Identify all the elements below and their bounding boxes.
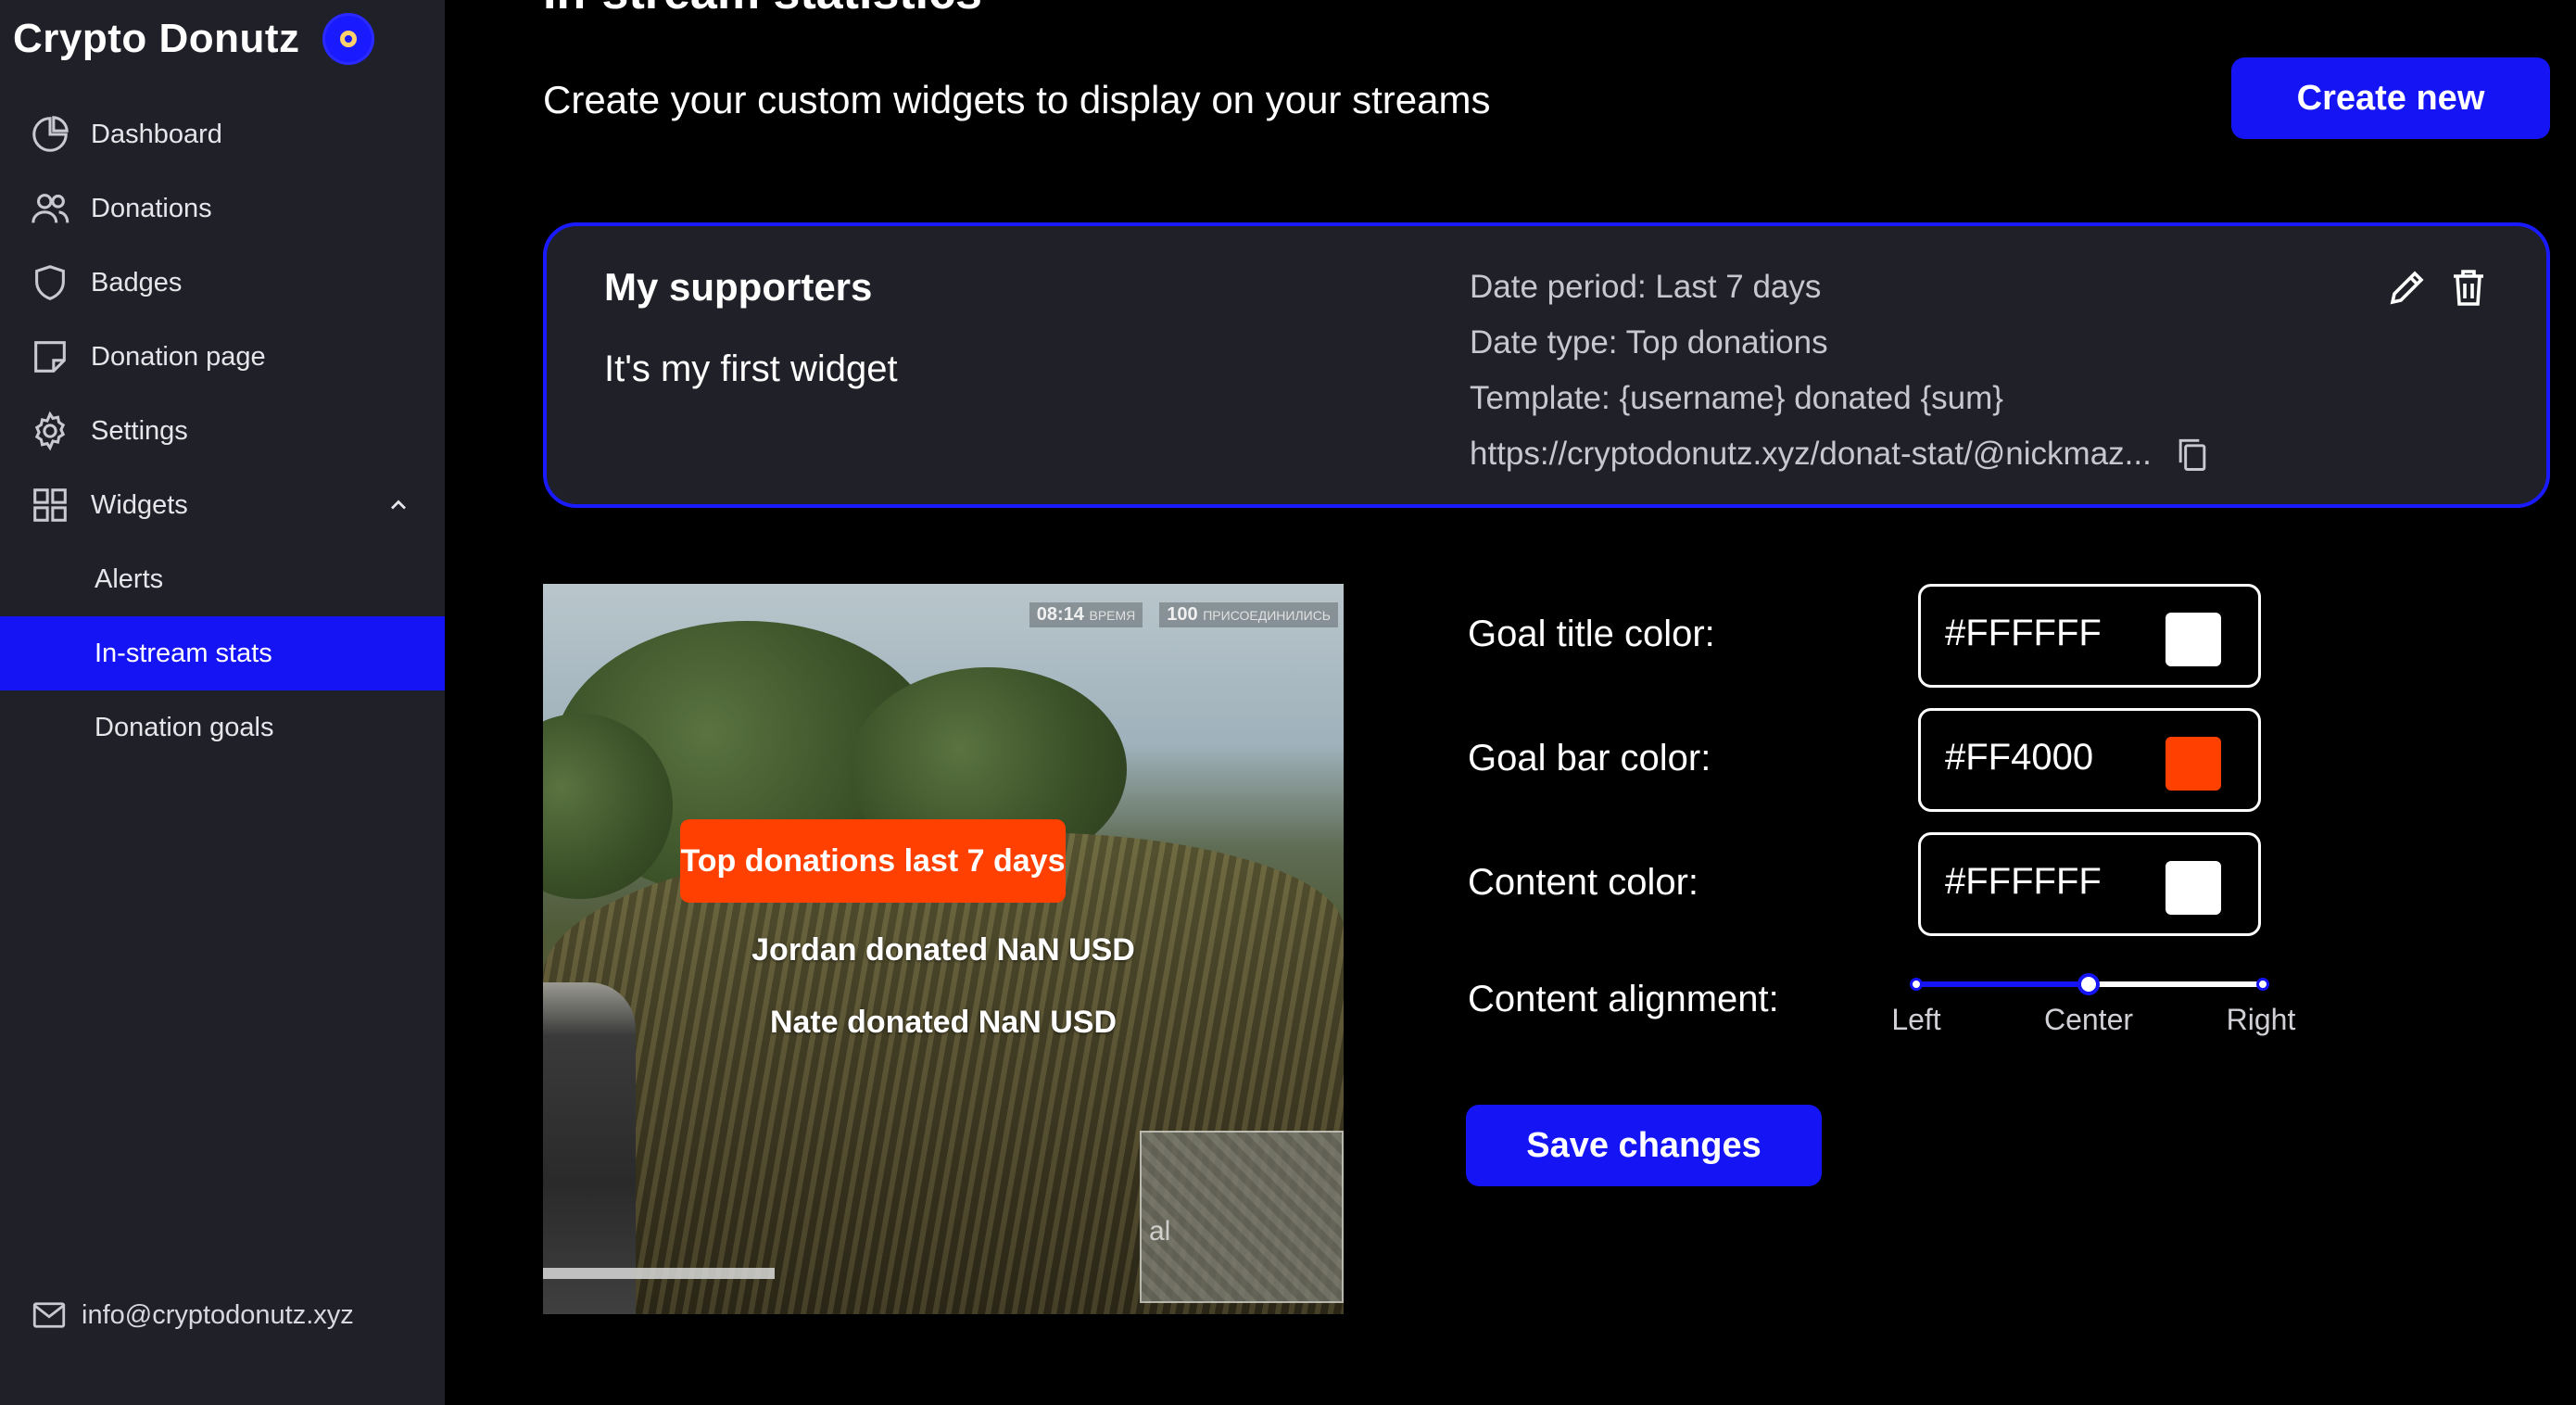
widget-meta: Date period: Last 7 days Date type: Top … (1470, 259, 2213, 482)
page-title: In-stream statistics (543, 0, 982, 9)
grid-icon (28, 483, 72, 527)
content-color-input[interactable]: #FFFFFF (1918, 832, 2261, 936)
sidebar-item-label: Widgets (91, 489, 188, 520)
slider-stop-left[interactable] (1910, 978, 1923, 991)
alignment-option-right[interactable]: Right (2227, 1003, 2296, 1037)
alignment-option-left[interactable]: Left (1891, 1003, 1940, 1037)
sidebar-item-badges[interactable]: Badges (0, 246, 445, 320)
widget-preview: 08:14 ВРЕМЯ 100 ПРИСОЕДИНИЛИСЬ al Top do… (543, 584, 1344, 1314)
slider-fill (1916, 981, 2089, 987)
donut-logo-icon (322, 13, 374, 65)
copy-icon[interactable] (2172, 434, 2213, 475)
slider-knob[interactable] (2077, 973, 2100, 995)
color-hex-value: #FF4000 (1945, 737, 2094, 778)
contact-email-label: info@cryptodonutz.xyz (82, 1299, 354, 1330)
widget-description: It's my first widget (604, 348, 898, 389)
color-hex-value: #FFFFFF (1945, 613, 2102, 653)
hud-time-label: ВРЕМЯ (1089, 608, 1136, 623)
preview-goal-title: Top donations last 7 days (680, 819, 1066, 903)
shield-icon (28, 260, 72, 305)
color-swatch[interactable] (2166, 737, 2221, 791)
brand[interactable]: Crypto Donutz (13, 11, 374, 67)
sidebar-item-dashboard[interactable]: Dashboard (0, 97, 445, 171)
hud-count-value: 100 (1167, 604, 1198, 625)
widget-name: My supporters (604, 265, 873, 309)
sidebar-subitem-label: Donation goals (95, 712, 274, 742)
sidebar-item-donations[interactable]: Donations (0, 171, 445, 246)
sidebar-item-label: Badges (91, 267, 183, 297)
card-actions (2385, 265, 2491, 310)
game-minimap: al (1140, 1131, 1344, 1303)
hud-time-value: 08:14 (1036, 604, 1084, 625)
sidebar: Crypto Donutz Dashboard Donations Badges (0, 0, 445, 1405)
goal-title-color-label: Goal title color: (1468, 614, 1715, 654)
preview-content-line: Nate donated NaN USD (769, 1005, 1118, 1040)
content-alignment-slider[interactable] (1910, 973, 2269, 995)
sidebar-subitem-label: Alerts (95, 563, 164, 594)
pie-chart-icon (28, 112, 72, 157)
widget-template: Template: {username} donated {sum} (1470, 380, 2003, 416)
mail-icon (32, 1302, 66, 1328)
chevron-up-icon[interactable] (385, 492, 411, 518)
contact-email[interactable]: info@cryptodonutz.xyz (30, 1296, 354, 1335)
sidebar-item-label: Dashboard (91, 119, 222, 149)
page-subtitle: Create your custom widgets to display on… (543, 78, 1491, 121)
minimap-label: al (1149, 1216, 1171, 1247)
widget-date-period: Date period: Last 7 days (1470, 269, 1822, 305)
color-swatch[interactable] (2166, 613, 2221, 666)
goal-bar-color-input[interactable]: #FF4000 (1918, 708, 2261, 812)
hud-count-label: ПРИСОЕДИНИЛИСЬ (1203, 608, 1331, 623)
widget-date-type: Date type: Top donations (1470, 324, 1828, 361)
game-hud: 08:14 ВРЕМЯ 100 ПРИСОЕДИНИЛИСЬ (1029, 602, 1338, 627)
goal-bar-color-label: Goal bar color: (1468, 738, 1711, 778)
sidebar-item-widgets[interactable]: Widgets (0, 468, 445, 542)
color-swatch[interactable] (2166, 861, 2221, 915)
sidebar-subitem-label: In-stream stats (95, 638, 272, 668)
alignment-option-center[interactable]: Center (2044, 1003, 2133, 1037)
hud-time: 08:14 ВРЕМЯ (1029, 602, 1143, 627)
edit-pencil-icon[interactable] (2385, 265, 2430, 310)
users-icon (28, 186, 72, 231)
main-nav: Dashboard Donations Badges Donation page… (0, 97, 445, 765)
sidebar-item-label: Donations (91, 193, 212, 223)
hud-count: 100 ПРИСОЕДИНИЛИСЬ (1159, 602, 1338, 627)
preview-content-line: Jordan donated NaN USD (751, 932, 1135, 968)
content-color-label: Content color: (1468, 862, 1699, 903)
delete-trash-icon[interactable] (2446, 265, 2491, 310)
sidebar-item-label: Settings (91, 415, 188, 446)
sidebar-item-label: Donation page (91, 341, 266, 372)
brand-name: Crypto Donutz (13, 16, 300, 61)
widget-url-row: https://cryptodonutz.xyz/donat-stat/@nic… (1470, 426, 2213, 482)
create-new-button[interactable]: Create new (2231, 57, 2550, 139)
widget-card[interactable]: My supporters It's my first widget Date … (543, 222, 2550, 508)
color-hex-value: #FFFFFF (1945, 861, 2102, 902)
gear-icon (28, 409, 72, 453)
save-changes-button[interactable]: Save changes (1466, 1105, 1822, 1186)
slider-stop-right[interactable] (2256, 978, 2269, 991)
content-alignment-label: Content alignment: (1468, 979, 1779, 1019)
sidebar-item-donation-page[interactable]: Donation page (0, 320, 445, 394)
goal-title-color-input[interactable]: #FFFFFF (1918, 584, 2261, 688)
widget-url[interactable]: https://cryptodonutz.xyz/donat-stat/@nic… (1470, 426, 2152, 482)
sidebar-subitem-donation-goals[interactable]: Donation goals (0, 690, 445, 765)
sidebar-item-settings[interactable]: Settings (0, 394, 445, 468)
sticky-note-icon (28, 335, 72, 379)
sidebar-subitem-in-stream-stats[interactable]: In-stream stats (0, 616, 445, 690)
game-health-bar (543, 1268, 775, 1279)
sidebar-subitem-alerts[interactable]: Alerts (0, 542, 445, 616)
